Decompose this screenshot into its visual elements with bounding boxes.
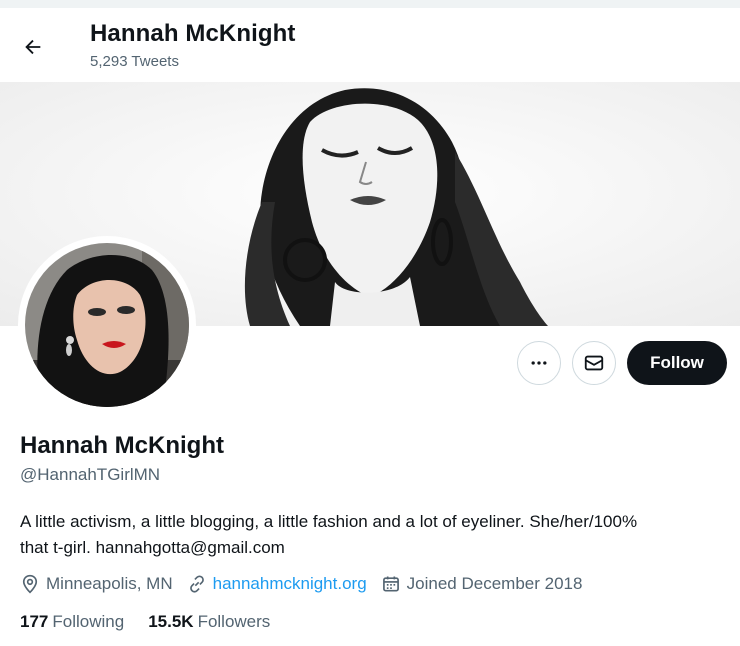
top-divider — [0, 0, 740, 8]
profile-meta: Minneapolis, MN hannahmcknight.org Joine… — [20, 571, 596, 597]
location-item: Minneapolis, MN — [20, 574, 173, 594]
profile-stats: 177 Following 15.5K Followers — [20, 612, 294, 632]
location-text: Minneapolis, MN — [46, 574, 173, 593]
avatar[interactable] — [22, 240, 192, 410]
link-icon — [189, 575, 204, 593]
followers-count: 15.5K — [148, 612, 194, 631]
following-label: Following — [52, 612, 125, 631]
website-link[interactable]: hannahmcknight.org — [213, 574, 367, 594]
bio-line: A little activism, a little blogging, a … — [20, 512, 638, 531]
header-title: Hannah McKnight — [90, 20, 296, 47]
profile-handle: @HannahTGirlMN — [20, 465, 161, 484]
more-button[interactable] — [517, 341, 561, 385]
more-dots-icon — [531, 361, 547, 365]
following-stat[interactable]: 177 Following — [20, 612, 124, 632]
calendar-icon — [382, 576, 399, 592]
location-pin-icon — [22, 574, 38, 594]
follow-button[interactable]: Follow — [627, 341, 727, 385]
envelope-icon — [584, 355, 604, 371]
followers-label: Followers — [197, 612, 271, 631]
profile-header: Hannah McKnight 5,293 Tweets — [0, 8, 740, 82]
arrow-left-icon — [25, 39, 41, 55]
website-item[interactable]: hannahmcknight.org — [187, 574, 367, 594]
back-button[interactable] — [14, 28, 52, 66]
following-count: 177 — [20, 612, 49, 631]
profile-bio: A little activism, a little blogging, a … — [20, 509, 725, 561]
avatar-photo — [25, 243, 189, 407]
followers-stat[interactable]: 15.5K Followers — [148, 612, 270, 632]
message-button[interactable] — [572, 341, 616, 385]
tweet-count: 5,293 Tweets — [90, 53, 179, 70]
profile-name: Hannah McKnight — [20, 432, 224, 459]
bio-line: that t-girl. hannahgotta@gmail.com — [20, 538, 285, 557]
joined-text: Joined December 2018 — [406, 574, 583, 593]
joined-item: Joined December 2018 — [381, 574, 583, 594]
